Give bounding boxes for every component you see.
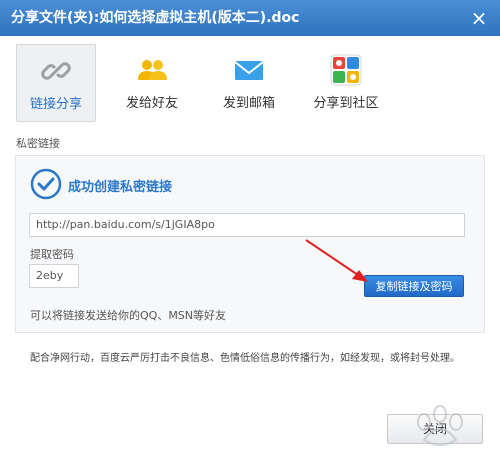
tab-label: 链接分享 <box>29 97 82 112</box>
copy-link-button[interactable]: 复制链接及密码 <box>364 275 464 297</box>
tab-label: 发给好友 <box>125 96 178 111</box>
check-circle-icon <box>30 168 62 200</box>
private-link-section-label: 私密链接 <box>16 137 60 150</box>
close-icon[interactable]: × <box>470 8 488 28</box>
private-link-panel: 成功创建私密链接 http://pan.baidu.com/s/1jGIA8po… <box>15 155 485 333</box>
community-icon <box>330 54 362 86</box>
tab-label: 分享到社区 <box>313 96 379 111</box>
share-hint: 可以将链接发送给你的QQ、MSN等好友 <box>30 309 227 322</box>
share-tabs: 链接分享 发给好友 发到邮箱 分享到社区 <box>0 36 500 126</box>
tab-share-community[interactable]: 分享到社区 <box>306 44 386 122</box>
notice-text: 配合净网行动，百度云严厉打击不良信息、色情低俗信息的传播行为，如经发现，或将封号… <box>30 353 460 364</box>
friends-icon <box>138 60 167 80</box>
share-link-field[interactable]: http://pan.baidu.com/s/1jGIA8po <box>29 213 465 237</box>
tab-link-share[interactable]: 链接分享 <box>16 44 96 122</box>
tab-send-email[interactable]: 发到邮箱 <box>209 44 289 122</box>
link-icon <box>41 62 71 80</box>
tab-send-friends[interactable]: 发给好友 <box>112 44 192 122</box>
password-label: 提取密码 <box>30 248 74 261</box>
mail-icon <box>234 61 264 80</box>
close-button[interactable]: 关闭 <box>387 414 483 444</box>
tab-label: 发到邮箱 <box>222 96 275 111</box>
password-field[interactable]: 2eby <box>29 264 79 288</box>
dialog-title-bar: 分享文件(夹):如何选择虚拟主机(版本二).doc × <box>0 0 500 36</box>
dialog-title: 分享文件(夹):如何选择虚拟主机(版本二).doc <box>11 10 300 26</box>
success-title: 成功创建私密链接 <box>68 180 173 195</box>
